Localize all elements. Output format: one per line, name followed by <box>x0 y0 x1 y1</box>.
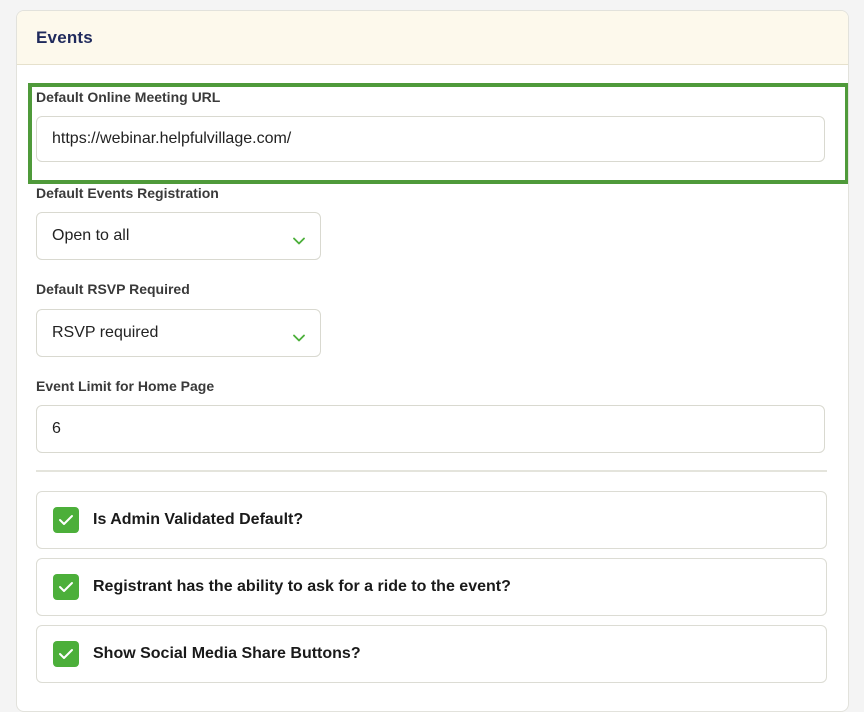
rsvp-value: RSVP required <box>52 324 159 341</box>
admin-validated-row[interactable]: Is Admin Validated Default? <box>36 491 827 549</box>
admin-validated-label: Is Admin Validated Default? <box>93 511 304 528</box>
section-title: Events <box>36 27 93 47</box>
rsvp-label: Default RSVP Required <box>36 281 190 297</box>
chevron-down-icon <box>293 329 305 342</box>
social-share-row[interactable]: Show Social Media Share Buttons? <box>36 625 827 683</box>
checkmark-icon <box>59 649 73 659</box>
divider <box>36 470 827 472</box>
events-settings-card: Events Default Online Meeting URL https:… <box>16 10 849 712</box>
checkbox-checked[interactable] <box>53 507 79 533</box>
events-registration-select[interactable]: Open to all <box>36 212 321 260</box>
checkmark-icon <box>59 582 73 592</box>
social-share-label: Show Social Media Share Buttons? <box>93 645 361 662</box>
ride-request-row[interactable]: Registrant has the ability to ask for a … <box>36 558 827 616</box>
meeting-url-label: Default Online Meeting URL <box>36 89 221 105</box>
checkmark-icon <box>59 515 73 525</box>
rsvp-select[interactable]: RSVP required <box>36 309 321 357</box>
meeting-url-input[interactable]: https://webinar.helpfulvillage.com/ <box>36 116 825 162</box>
events-registration-value: Open to all <box>52 227 130 244</box>
event-limit-label: Event Limit for Home Page <box>36 378 215 394</box>
ride-request-label: Registrant has the ability to ask for a … <box>93 578 511 595</box>
checkbox-checked[interactable] <box>53 574 79 600</box>
events-registration-label: Default Events Registration <box>36 185 219 201</box>
checkbox-checked[interactable] <box>53 641 79 667</box>
chevron-down-icon <box>293 232 305 245</box>
event-limit-input[interactable]: 6 <box>36 405 825 453</box>
card-header: Events <box>17 11 848 65</box>
